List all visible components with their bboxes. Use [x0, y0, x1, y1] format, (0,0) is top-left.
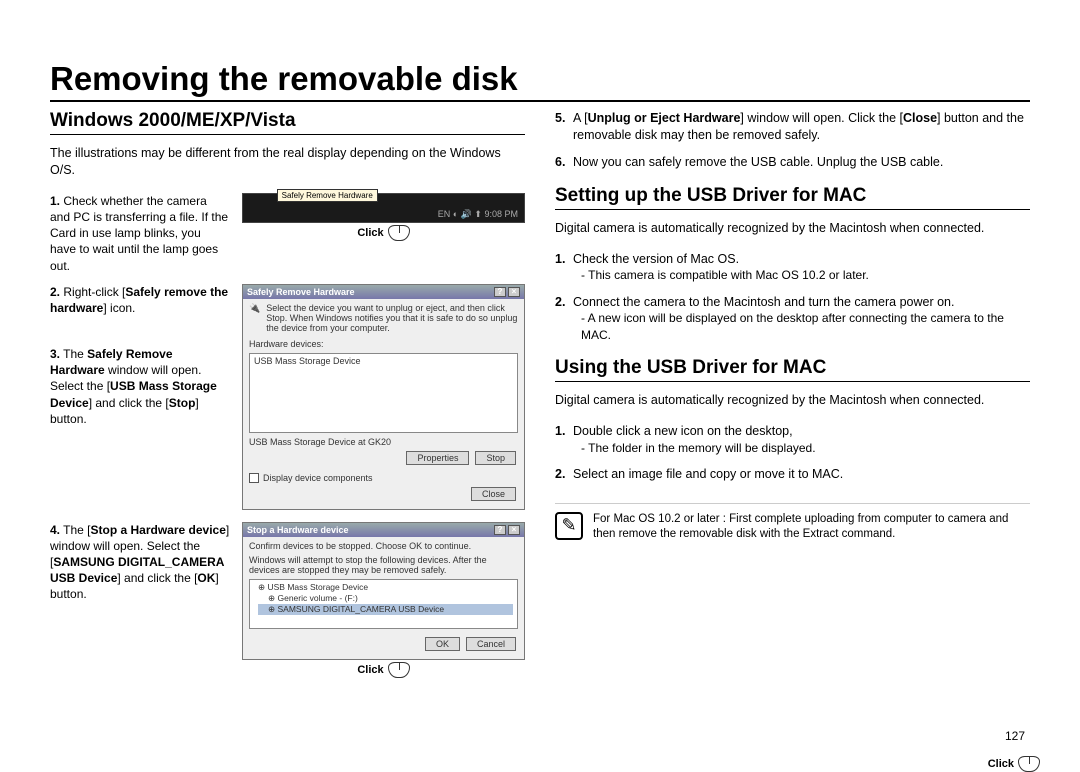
checkbox-label: Display device components	[263, 473, 373, 483]
list-item: USB Mass Storage Device	[254, 356, 513, 366]
checkbox-icon	[249, 473, 259, 483]
mouse-icon	[388, 662, 410, 678]
step-num: 2.	[50, 285, 60, 299]
page-number: 127	[1005, 729, 1025, 743]
dialog-instructions: Select the device you want to unplug or …	[266, 303, 518, 333]
tree-item-selected: ⊕ SAMSUNG DIGITAL_CAMERA USB Device	[258, 604, 513, 615]
step-1: 1. Check whether the camera and PC is tr…	[50, 193, 525, 274]
mac-setup-heading: Setting up the USB Driver for MAC	[555, 185, 1030, 210]
mac-setup-intro: Digital camera is automatically recogniz…	[555, 220, 1030, 237]
note-text: For Mac OS 10.2 or later : First complet…	[593, 512, 1030, 542]
dialog-instr-1: Confirm devices to be stopped. Choose OK…	[249, 541, 518, 551]
mac-use-intro: Digital camera is automatically recogniz…	[555, 392, 1030, 409]
mouse-icon	[1018, 756, 1040, 772]
help-icon: ?	[494, 525, 506, 535]
taskbar-screenshot: Safely Remove Hardware EN ◐ 🔊 ⬆ 9:08 PM	[242, 193, 525, 223]
device-tree: ⊕ USB Mass Storage Device ⊕ Generic volu…	[249, 579, 518, 629]
safely-remove-dialog: Safely Remove Hardware ?× 🔌 Select the d…	[242, 284, 525, 510]
step-6: 6. Now you can safely remove the USB cab…	[555, 154, 1030, 171]
page-title: Removing the removable disk	[50, 60, 1030, 102]
windows-heading: Windows 2000/ME/XP/Vista	[50, 110, 525, 135]
device-listbox: USB Mass Storage Device	[249, 353, 518, 433]
mac-setup-step-1: 1. Check the version of Mac OS. - This c…	[555, 251, 1030, 284]
step-pre: Right-click [	[63, 285, 125, 299]
two-column-layout: Windows 2000/ME/XP/Vista The illustratio…	[50, 110, 1030, 688]
click-label: Click	[242, 662, 525, 678]
mac-use-step-1: 1. Double click a new icon on the deskto…	[555, 423, 1030, 456]
step-5: 5. A [Unplug or Eject Hardware] window w…	[555, 110, 1030, 144]
step-text: Check whether the camera and PC is trans…	[50, 194, 228, 273]
mac-use-heading: Using the USB Driver for MAC	[555, 357, 1030, 382]
dialog-title: Safely Remove Hardware	[247, 287, 355, 297]
dialog-label: Hardware devices:	[249, 339, 518, 349]
dialog-title: Stop a Hardware device	[247, 525, 349, 535]
stop-button: Stop	[475, 451, 516, 465]
ok-button: OK	[425, 637, 460, 651]
mac-setup-step-2: 2. Connect the camera to the Macintosh a…	[555, 294, 1030, 343]
dialog-instr-2: Windows will attempt to stop the followi…	[249, 555, 518, 575]
note-box: ✎ For Mac OS 10.2 or later : First compl…	[555, 503, 1030, 542]
tree-item: ⊕ Generic volume - (F:)	[258, 593, 513, 604]
dialog-footer-text: USB Mass Storage Device at GK20	[249, 437, 518, 447]
windows-intro: The illustrations may be different from …	[50, 145, 525, 179]
tray-icons: EN ◐ 🔊 ⬆ 9:08 PM	[438, 209, 518, 220]
cancel-button: Cancel	[466, 637, 516, 651]
properties-button: Properties	[406, 451, 469, 465]
close-icon: ×	[508, 525, 520, 535]
tree-item: ⊕ USB Mass Storage Device	[258, 582, 513, 593]
click-label: Click	[988, 756, 1040, 772]
step-num: 4.	[50, 523, 60, 537]
left-column: Windows 2000/ME/XP/Vista The illustratio…	[50, 110, 525, 688]
step-num: 3.	[50, 347, 60, 361]
mouse-icon	[388, 225, 410, 241]
tooltip: Safely Remove Hardware	[277, 189, 378, 202]
note-icon: ✎	[555, 512, 583, 540]
stop-hardware-dialog: Stop a Hardware device ?× Confirm device…	[242, 522, 525, 660]
step-post: ] icon.	[103, 301, 135, 315]
usb-icon: 🔌	[249, 303, 260, 333]
step-4: 4. The [Stop a Hardware device] window w…	[50, 522, 525, 678]
click-label: Click	[242, 225, 525, 241]
close-icon: ×	[508, 287, 520, 297]
step-pre: The	[63, 347, 87, 361]
help-icon: ?	[494, 287, 506, 297]
step-2: 2. Right-click [Safely remove the hardwa…	[50, 284, 525, 512]
right-column: 5. A [Unplug or Eject Hardware] window w…	[555, 110, 1030, 688]
mac-use-step-2: 2. Select an image file and copy or move…	[555, 466, 1030, 483]
close-button: Close	[471, 487, 516, 501]
step-num: 1.	[50, 194, 60, 208]
